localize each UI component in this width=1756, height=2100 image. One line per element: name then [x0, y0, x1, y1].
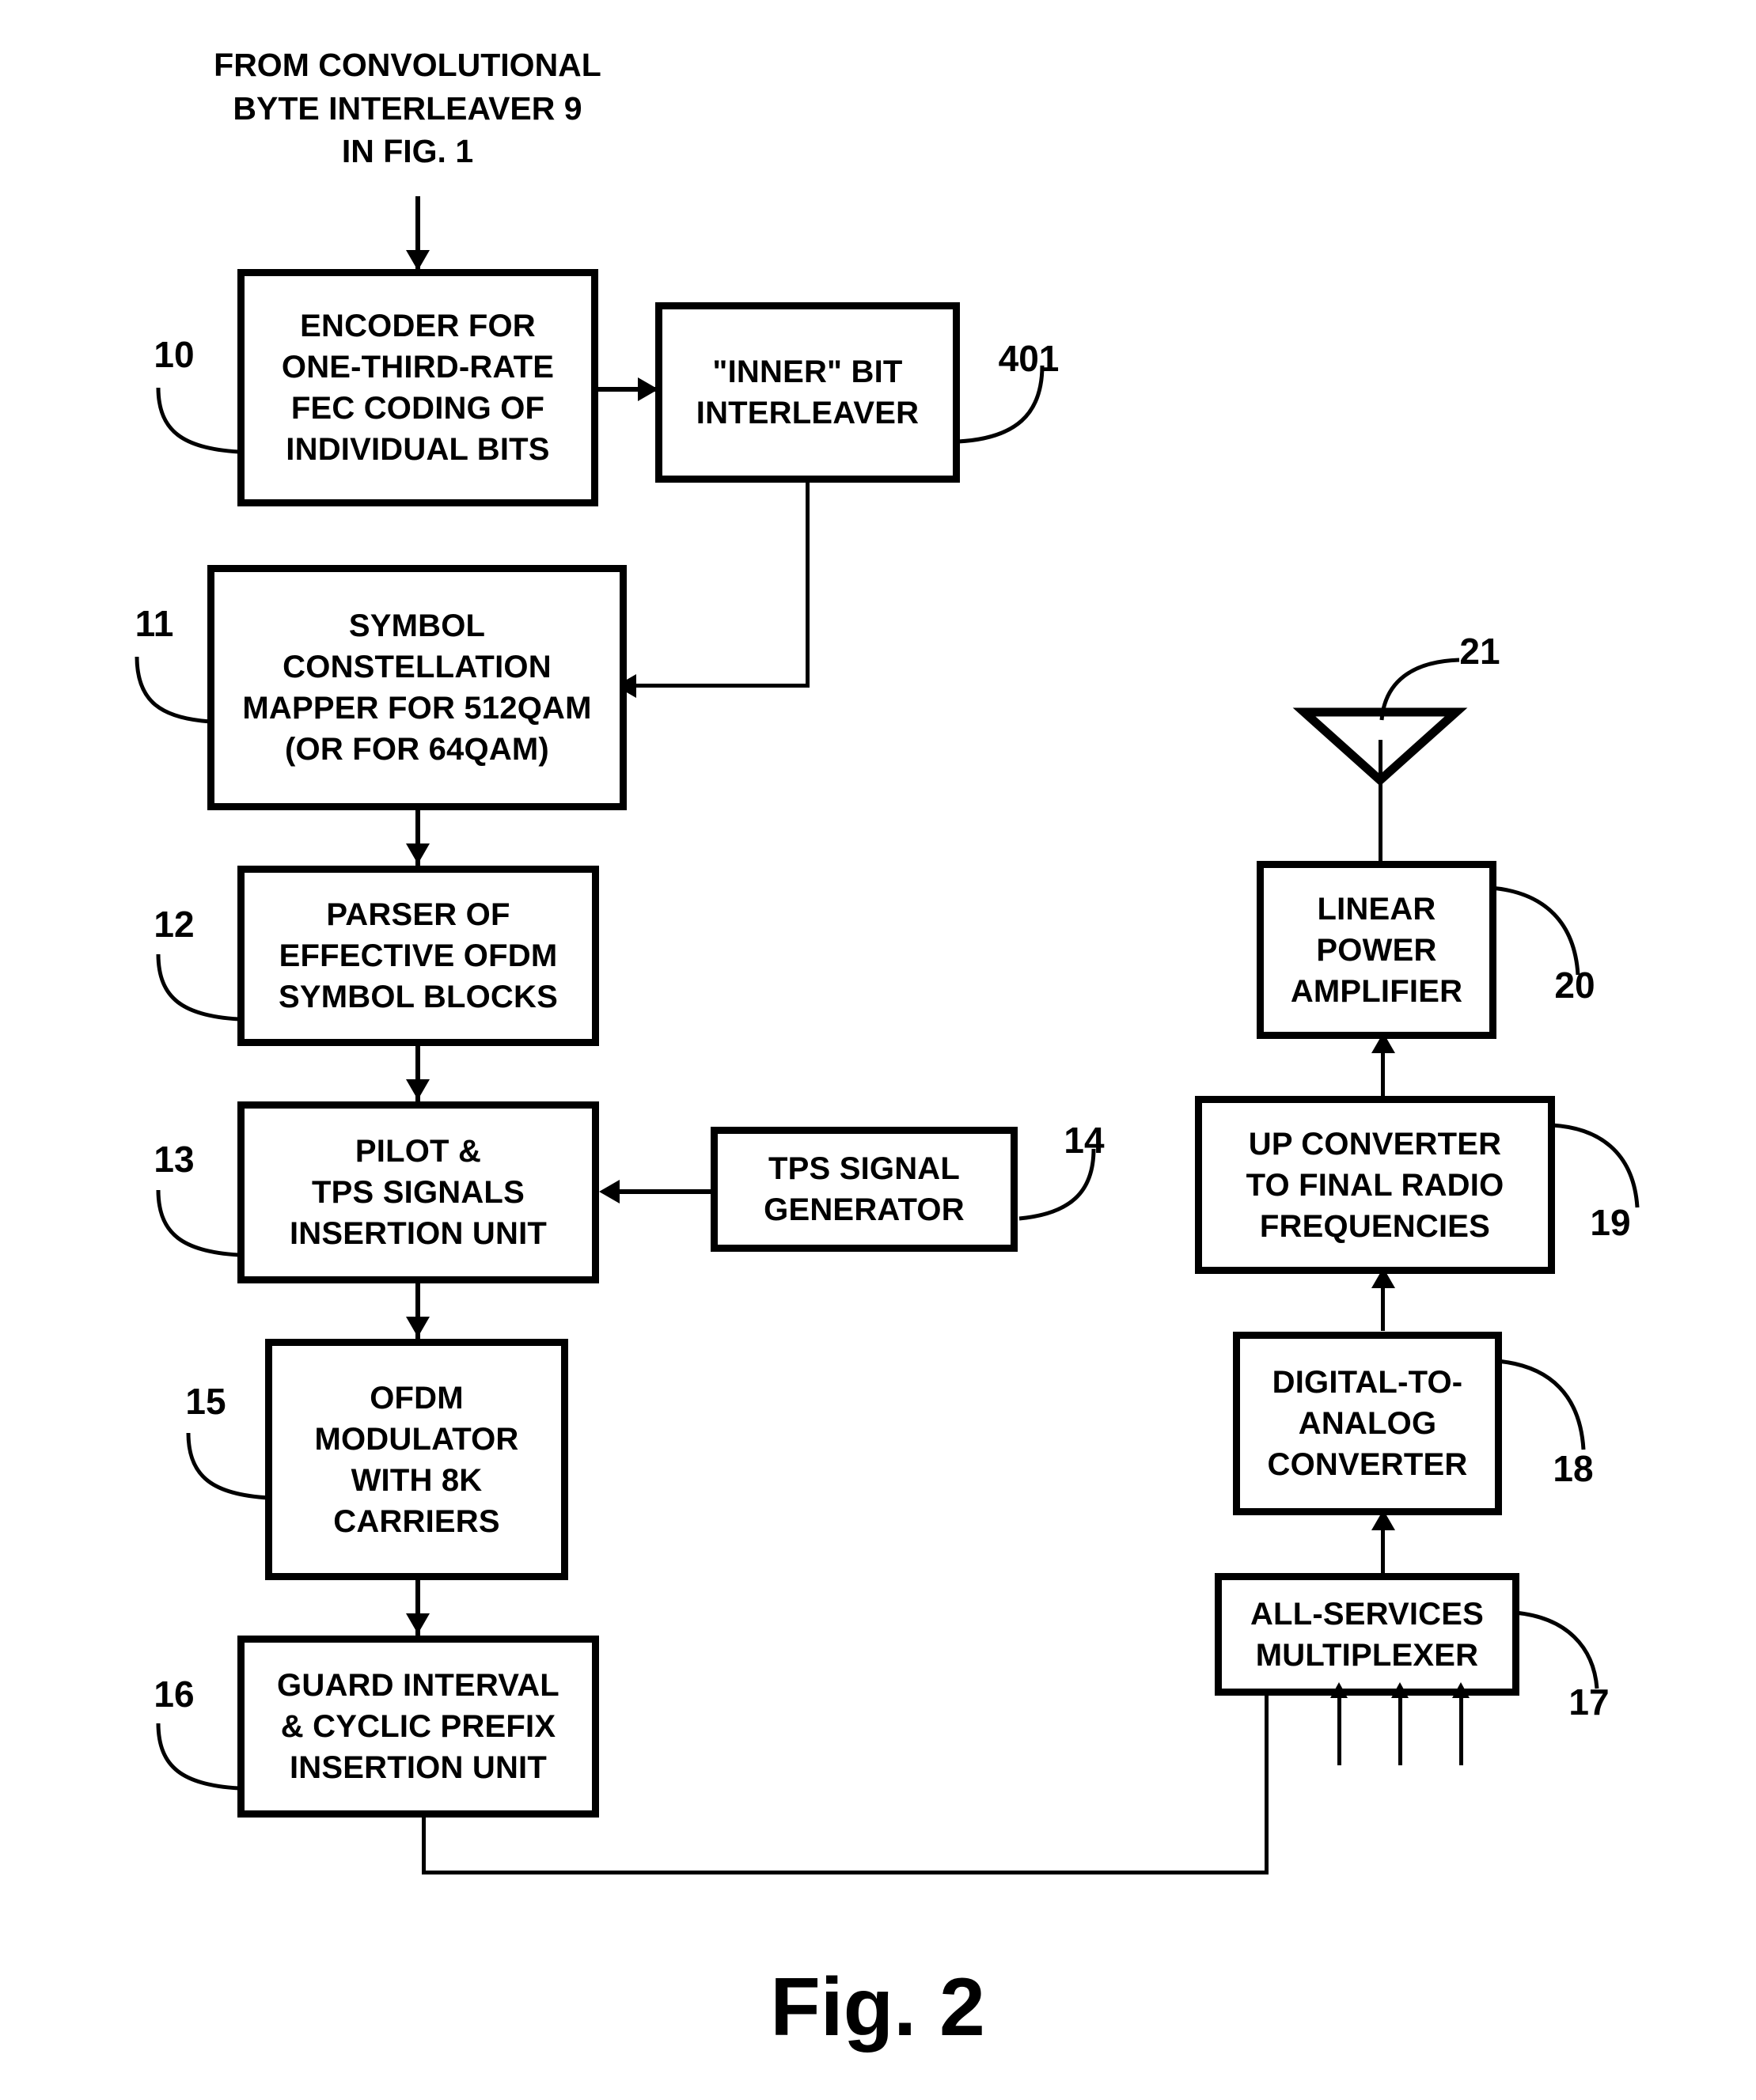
block-ofdm-modulator[interactable]: OFDM MODULATOR WITH 8K CARRIERS	[265, 1339, 568, 1580]
block-up-converter[interactable]: UP CONVERTER TO FINAL RADIO FREQUENCIES	[1195, 1096, 1555, 1274]
arrowhead-source-to-encoder	[406, 250, 430, 271]
leader-line-401	[958, 365, 1045, 444]
block-digital-to-analog-converter[interactable]: DIGITAL-TO- ANALOG CONVERTER	[1233, 1332, 1502, 1515]
connector-tps-to-pilot	[613, 1189, 712, 1194]
leader-line-21	[1379, 658, 1460, 721]
block-tps-signal-generator[interactable]: TPS SIGNAL GENERATOR	[711, 1127, 1018, 1252]
leader-line-14	[1018, 1148, 1096, 1221]
leader-line-17	[1514, 1610, 1599, 1689]
leader-line-11	[135, 656, 212, 724]
figure-sheet: FROM CONVOLUTIONAL BYTE INTERLEAVER 9 IN…	[0, 0, 1756, 2100]
connector-guard-down	[422, 1818, 426, 1874]
arrowhead-mapper-to-parser	[406, 843, 430, 864]
block-pilot-tps-insertion-unit[interactable]: PILOT & TPS SIGNALS INSERTION UNIT	[237, 1101, 599, 1283]
figure-caption: Fig. 2	[770, 1962, 985, 2053]
leader-line-12	[156, 953, 240, 1022]
block-guard-interval-cyclic-prefix[interactable]: GUARD INTERVAL & CYCLIC PREFIX INSERTION…	[237, 1636, 599, 1818]
connector-service-input-3	[1459, 1696, 1463, 1765]
connector-service-input-2	[1398, 1696, 1402, 1765]
leader-line-16	[156, 1723, 240, 1791]
block-inner-bit-interleaver[interactable]: "INNER" BIT INTERLEAVER	[655, 302, 960, 483]
arrowhead-parser-to-pilot	[406, 1079, 430, 1100]
arrowhead-service-input-3	[1452, 1682, 1470, 1698]
arrowhead-modulator-to-guard	[406, 1613, 430, 1634]
leader-line-15	[186, 1432, 270, 1500]
leader-line-10	[156, 387, 240, 454]
leader-line-19	[1551, 1123, 1640, 1208]
connector-service-input-1	[1337, 1696, 1341, 1765]
source-note: FROM CONVOLUTIONAL BYTE INTERLEAVER 9 IN…	[214, 47, 601, 170]
leader-line-13	[156, 1189, 240, 1257]
arrowhead-pilot-to-modulator	[406, 1317, 430, 1337]
block-symbol-constellation-mapper[interactable]: SYMBOL CONSTELLATION MAPPER FOR 512QAM (…	[207, 565, 627, 810]
arrowhead-service-input-1	[1330, 1682, 1348, 1698]
arrowhead-service-input-2	[1391, 1682, 1409, 1698]
connector-interleaver-to-mapper	[633, 684, 810, 688]
leader-line-18	[1496, 1359, 1586, 1450]
arrowhead-tps-to-pilot	[599, 1180, 620, 1204]
leader-line-20	[1490, 885, 1580, 976]
block-encoder-fec[interactable]: ENCODER FOR ONE-THIRD-RATE FEC CODING OF…	[237, 269, 598, 506]
connector-interleaver-down	[806, 483, 810, 686]
block-linear-power-amplifier[interactable]: LINEAR POWER AMPLIFIER	[1257, 861, 1496, 1039]
block-ofdm-symbol-block-parser[interactable]: PARSER OF EFFECTIVE OFDM SYMBOL BLOCKS	[237, 866, 599, 1046]
connector-bottom-bus-up-to-mux	[1265, 1692, 1269, 1874]
connector-bottom-bus	[422, 1871, 1269, 1874]
block-all-services-multiplexer[interactable]: ALL-SERVICES MULTIPLEXER	[1215, 1573, 1519, 1696]
